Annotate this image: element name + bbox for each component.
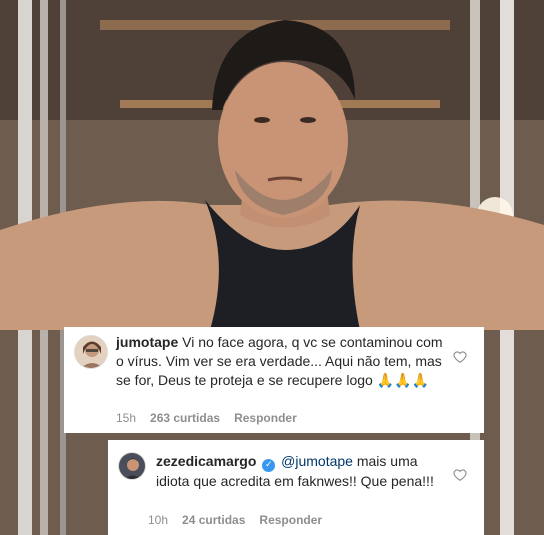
pray-emoji: 🙏🙏🙏 <box>376 373 430 389</box>
comment-username[interactable]: zezedicamargo <box>156 453 256 469</box>
comment-card-zezedicamargo: zezedicamargo ✓ @jumotape mais uma idiot… <box>108 440 484 535</box>
verified-badge-icon: ✓ <box>262 459 276 472</box>
reply-button[interactable]: Responder <box>259 513 322 527</box>
comment-likes[interactable]: 24 curtidas <box>182 513 245 527</box>
comment-card-jumotape: jumotape Vi no face agora, q vc se conta… <box>64 327 484 433</box>
instagram-screenshot: jumotape Vi no face agora, q vc se conta… <box>0 0 544 535</box>
comment-time: 10h <box>148 513 169 527</box>
heart-icon[interactable] <box>453 468 467 482</box>
avatar[interactable] <box>74 335 108 369</box>
reply-button[interactable]: Responder <box>234 411 297 425</box>
comment-time: 15h <box>116 411 137 425</box>
comment-likes[interactable]: 263 curtidas <box>150 411 220 425</box>
avatar[interactable] <box>118 452 146 480</box>
comment-meta: 15h 263 curtidas Responder <box>116 411 297 425</box>
comment-text: jumotape Vi no face agora, q vc se conta… <box>116 333 451 391</box>
mention-link[interactable]: @jumotape <box>281 453 353 469</box>
comment-username[interactable]: jumotape <box>116 334 178 350</box>
comment-meta: 10h 24 curtidas Responder <box>148 513 322 527</box>
heart-icon[interactable] <box>453 350 467 364</box>
comment-text: zezedicamargo ✓ @jumotape mais uma idiot… <box>156 452 446 491</box>
